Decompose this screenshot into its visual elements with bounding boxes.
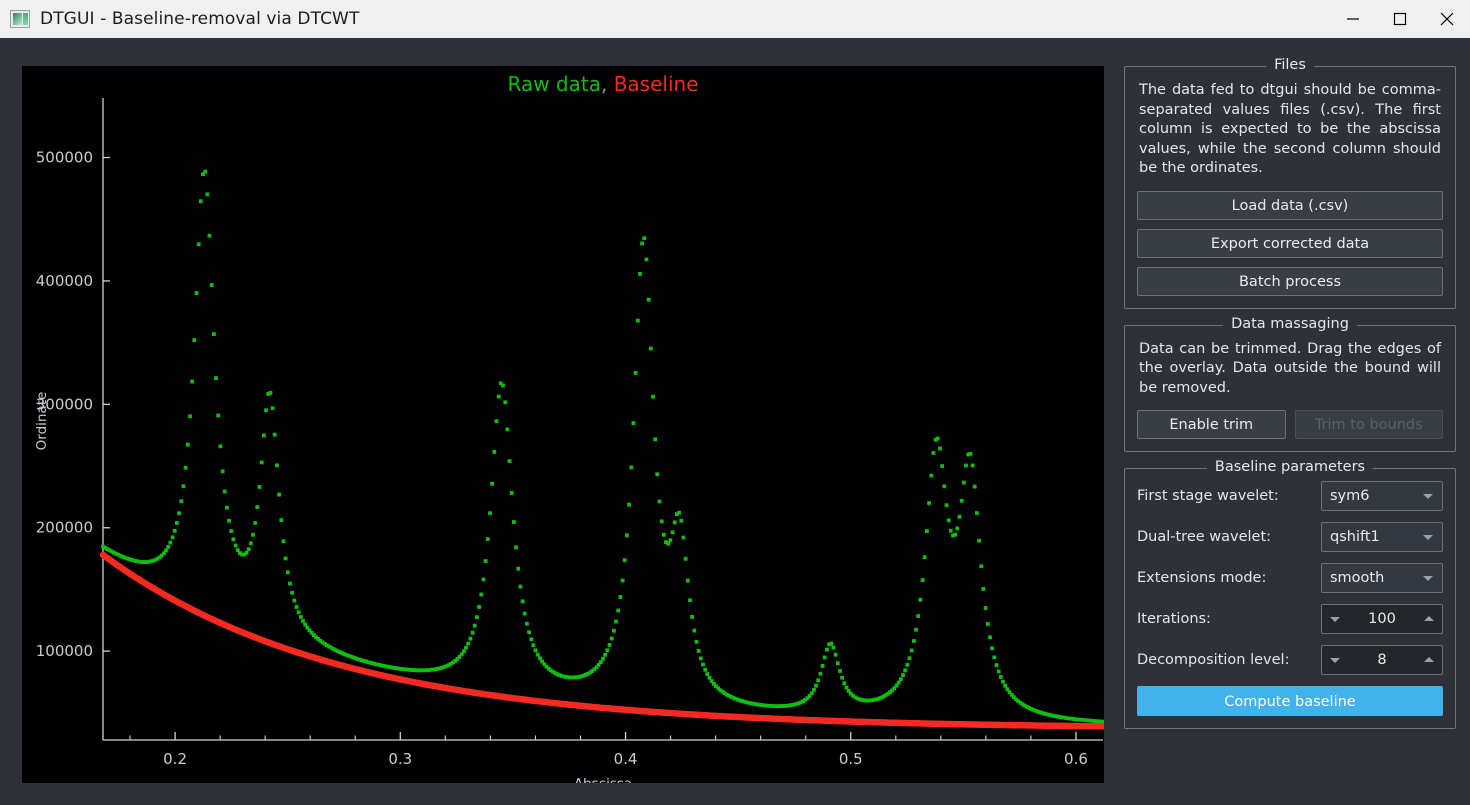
svg-text:0.4: 0.4 — [614, 750, 638, 768]
baseline-parameters-group-title: Baseline parameters — [1206, 459, 1374, 475]
control-panel: Files The data fed to dtgui should be co… — [1124, 57, 1456, 793]
first-stage-wavelet-select[interactable]: sym6 — [1321, 481, 1443, 511]
trim-to-bounds-button: Trim to bounds — [1294, 410, 1443, 439]
files-description: The data fed to dtgui should be comma-se… — [1139, 82, 1441, 176]
decomposition-level-label: Decomposition level: — [1137, 652, 1290, 668]
chevron-up-icon[interactable] — [1424, 616, 1434, 621]
minimize-icon[interactable] — [1329, 0, 1376, 38]
window-title: DTGUI - Baseline-removal via DTCWT — [40, 9, 360, 29]
chevron-up-icon[interactable] — [1424, 657, 1434, 662]
close-icon[interactable] — [1423, 0, 1470, 38]
baseline-parameters-groupbox: Baseline parameters First stage wavelet:… — [1124, 459, 1456, 729]
dual-tree-wavelet-select[interactable]: qshift1 — [1321, 522, 1443, 552]
dual-tree-wavelet-value: qshift1 — [1330, 529, 1380, 545]
chevron-down-icon — [1423, 494, 1433, 499]
enable-trim-button[interactable]: Enable trim — [1137, 410, 1286, 439]
extensions-mode-select[interactable]: smooth — [1321, 563, 1443, 593]
chevron-down-icon[interactable] — [1330, 617, 1340, 622]
iterations-value: 100 — [1368, 611, 1396, 627]
main-work-area: 100000 200000 300000 400000 500000 0.2 0.3 0.4 0… — [0, 38, 1470, 805]
svg-text:0.3: 0.3 — [388, 750, 412, 768]
load-data-button[interactable]: Load data (.csv) — [1137, 190, 1443, 220]
iterations-stepper[interactable]: 100 — [1321, 604, 1443, 634]
window-controls — [1329, 0, 1470, 38]
data-massaging-groupbox: Data massaging Data can be trimmed. Drag… — [1124, 315, 1456, 452]
svg-text:Ordinate: Ordinate — [34, 392, 50, 451]
svg-text:0.2: 0.2 — [163, 750, 187, 768]
svg-text:100000: 100000 — [36, 642, 93, 660]
dual-tree-wavelet-label: Dual-tree wavelet: — [1137, 529, 1272, 545]
plot-canvas[interactable]: 100000 200000 300000 400000 500000 0.2 0.3 0.4 0… — [22, 66, 1104, 783]
param-row-extensions-mode: Extensions mode: smooth — [1137, 563, 1443, 593]
data-massaging-group-title: Data massaging — [1223, 315, 1357, 332]
svg-text:Raw data, Baseline: Raw data, Baseline — [508, 72, 699, 96]
chevron-down-icon — [1423, 576, 1433, 581]
decomposition-level-value: 8 — [1377, 652, 1387, 668]
chevron-down-icon — [1423, 535, 1433, 540]
files-groupbox: Files The data fed to dtgui should be co… — [1124, 57, 1456, 309]
param-row-decomposition-level: Decomposition level: 8 — [1137, 645, 1443, 675]
iterations-label: Iterations: — [1137, 611, 1211, 627]
export-corrected-data-button[interactable]: Export corrected data — [1137, 228, 1443, 258]
svg-text:Abscissa: Abscissa — [574, 776, 632, 783]
first-stage-wavelet-value: sym6 — [1330, 488, 1370, 504]
extensions-mode-label: Extensions mode: — [1137, 570, 1267, 586]
extensions-mode-value: smooth — [1330, 570, 1385, 586]
param-row-iterations: Iterations: 100 — [1137, 604, 1443, 634]
svg-text:500000: 500000 — [36, 149, 93, 167]
svg-text:400000: 400000 — [36, 272, 93, 290]
decomposition-level-stepper[interactable]: 8 — [1321, 645, 1443, 675]
compute-baseline-button[interactable]: Compute baseline — [1137, 686, 1443, 716]
plot-svg: 1000002000003000004000005000000.2 0.3 0.4 0… — [34, 72, 1104, 783]
maximize-icon[interactable] — [1376, 0, 1423, 38]
param-row-dual-tree-wavelet: Dual-tree wavelet: qshift1 — [1137, 522, 1443, 552]
svg-text:0.5: 0.5 — [839, 750, 863, 768]
app-image-icon — [10, 10, 30, 28]
svg-text:0.6: 0.6 — [1064, 750, 1088, 768]
data-massaging-description: Data can be trimmed. Drag the edges of t… — [1139, 340, 1441, 396]
batch-process-button[interactable]: Batch process — [1137, 266, 1443, 296]
window-title-bar: DTGUI - Baseline-removal via DTCWT — [0, 0, 1470, 38]
files-group-title: Files — [1266, 57, 1314, 73]
trim-button-row: Enable trim Trim to bounds — [1137, 410, 1443, 439]
param-row-first-stage-wavelet: First stage wavelet: sym6 — [1137, 481, 1443, 511]
chevron-down-icon[interactable] — [1330, 658, 1340, 663]
svg-text:200000: 200000 — [36, 519, 93, 537]
first-stage-wavelet-label: First stage wavelet: — [1137, 488, 1279, 504]
